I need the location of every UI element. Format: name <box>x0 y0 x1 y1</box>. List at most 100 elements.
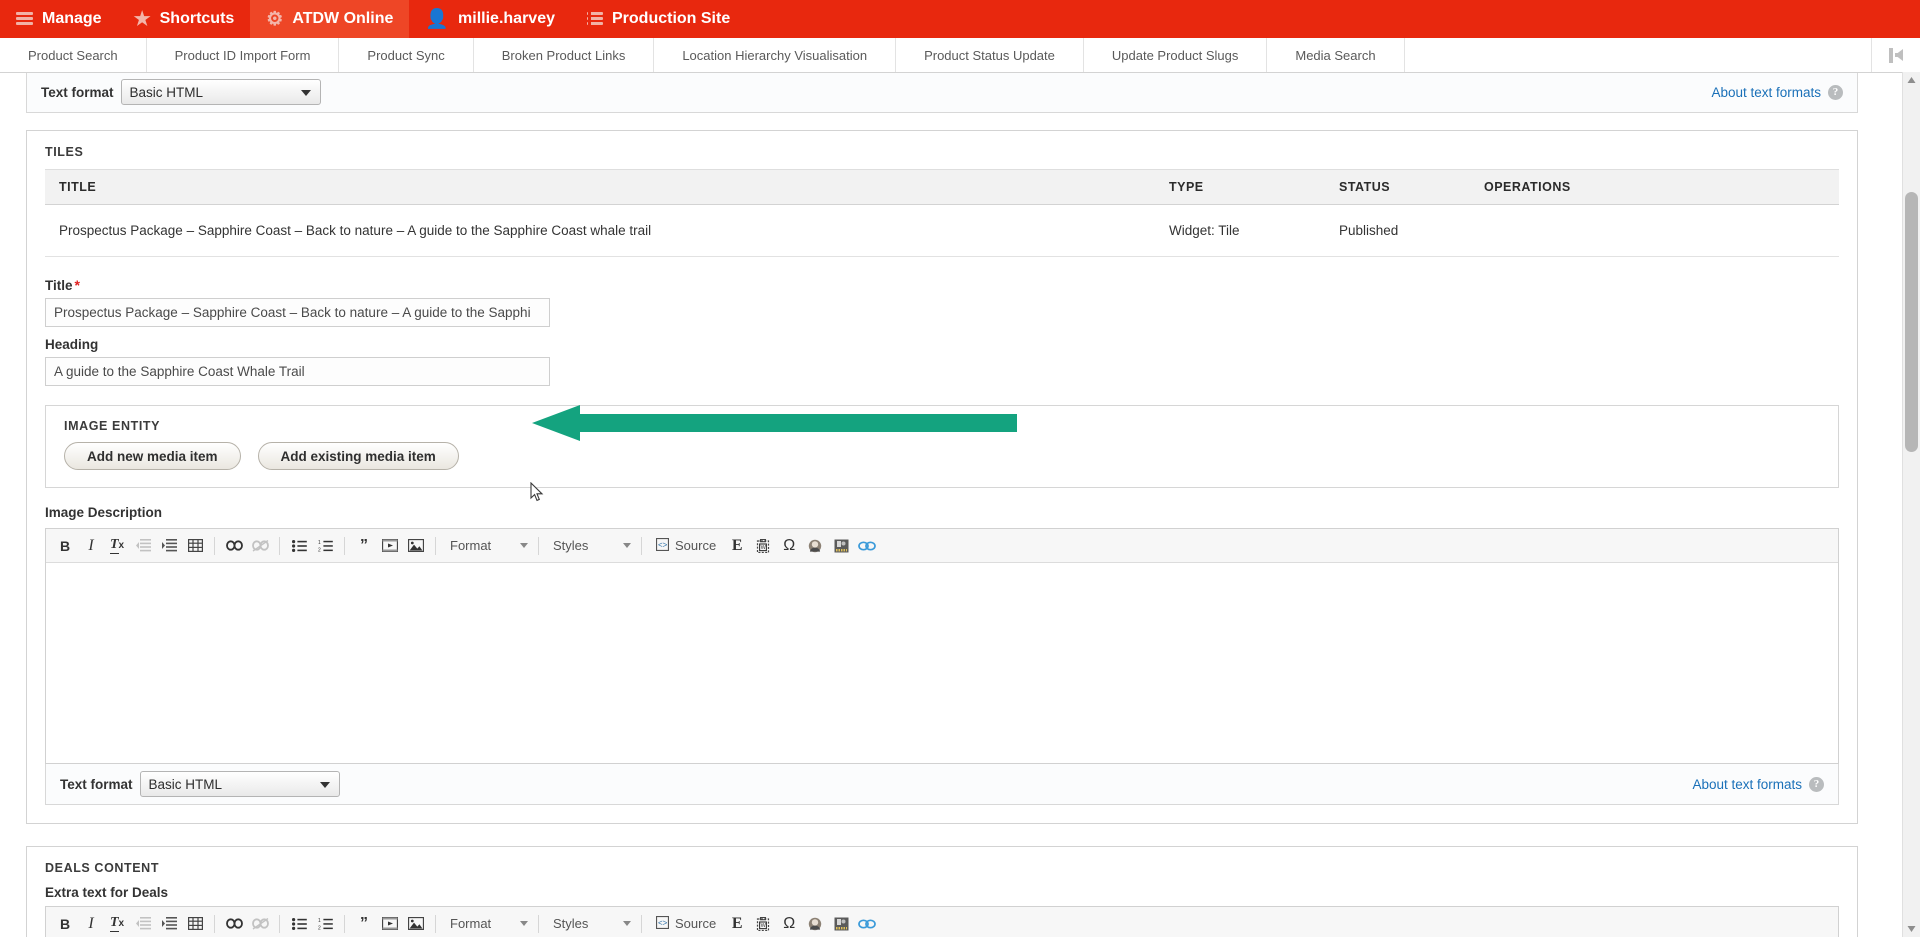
chevron-down-icon <box>520 543 528 548</box>
indent-icon[interactable] <box>156 534 182 558</box>
source-button[interactable]: <> Source <box>648 534 724 558</box>
media-browser-icon[interactable] <box>802 534 828 558</box>
entity-embed-icon[interactable]: E <box>724 534 750 558</box>
source-button-label: Source <box>675 916 717 931</box>
paste-from-word-icon[interactable]: W <box>750 534 776 558</box>
source-button[interactable]: <> Source <box>648 912 724 936</box>
title-input[interactable] <box>45 298 550 327</box>
gear-icon: ⚙ <box>266 8 284 30</box>
shortcut-media-search[interactable]: Media Search <box>1267 38 1405 72</box>
format-dropdown-label: Format <box>450 538 492 553</box>
extra-text-for-deals-label: Extra text for Deals <box>45 885 169 900</box>
toolbar-separator <box>538 914 539 933</box>
toolbar-separator <box>214 914 215 933</box>
special-character-icon[interactable]: Ω <box>776 912 802 936</box>
entity-embed-icon[interactable]: E <box>724 912 750 936</box>
text-format-select[interactable]: Basic HTML <box>120 79 321 105</box>
image-icon[interactable] <box>403 534 429 558</box>
heading-input[interactable] <box>45 357 550 386</box>
format-dropdown[interactable]: Format <box>442 534 532 558</box>
about-text-formats-link[interactable]: About text formats <box>1692 777 1802 792</box>
blockquote-icon[interactable]: ” <box>351 912 377 936</box>
content-wrapper: Text format Basic HTML About text format… <box>0 72 1884 937</box>
media-embed-icon[interactable] <box>828 912 854 936</box>
source-code-icon: <> <box>655 915 670 932</box>
title-field-label: Title * <box>45 277 1839 293</box>
bold-icon[interactable]: B <box>52 912 78 936</box>
toolbar-collapse-button[interactable] <box>1872 38 1920 72</box>
chevron-down-icon <box>520 921 528 926</box>
admin-tab-manage[interactable]: Manage <box>0 0 118 38</box>
numbered-list-icon[interactable]: 1 2 <box>312 912 338 936</box>
shortcut-product-status-update[interactable]: Product Status Update <box>896 38 1084 72</box>
table-row[interactable]: Prospectus Package – Sapphire Coast – Ba… <box>45 204 1839 257</box>
admin-tab-shortcuts[interactable]: ★ Shortcuts <box>118 0 251 38</box>
scrollbar-thumb[interactable] <box>1905 192 1918 452</box>
scroll-down-arrow-icon[interactable] <box>1903 920 1920 937</box>
link-it-icon[interactable] <box>854 912 880 936</box>
table-icon[interactable] <box>182 912 208 936</box>
styles-dropdown[interactable]: Styles <box>545 534 635 558</box>
heading-field-label: Heading <box>45 337 99 352</box>
text-format-label: Text format <box>60 776 133 792</box>
shortcut-product-id-import-form[interactable]: Product ID Import Form <box>147 38 340 72</box>
shortcut-label: Product ID Import Form <box>174 47 311 63</box>
link-icon[interactable] <box>221 912 247 936</box>
italic-icon[interactable]: I <box>78 912 104 936</box>
toolbar-separator <box>279 536 280 555</box>
indent-icon[interactable] <box>156 912 182 936</box>
scroll-up-arrow-icon[interactable] <box>1903 72 1920 89</box>
page-scroll-region[interactable]: Text format Basic HTML About text format… <box>0 72 1920 937</box>
blockquote-icon[interactable]: ” <box>351 534 377 558</box>
special-character-icon[interactable]: Ω <box>776 534 802 558</box>
unlink-icon[interactable] <box>247 534 273 558</box>
shortcut-bar: Product Search Product ID Import Form Pr… <box>0 38 1920 73</box>
shortcut-update-product-slugs[interactable]: Update Product Slugs <box>1084 38 1268 72</box>
help-icon[interactable]: ? <box>1828 84 1843 100</box>
numbered-list-icon[interactable]: 1 2 <box>312 534 338 558</box>
deals-content-fieldset: DEALS CONTENT Extra text for Deals B I T… <box>26 846 1858 937</box>
admin-tab-label-atdw-online: ATDW Online <box>292 10 394 27</box>
add-new-media-item-button[interactable]: Add new media item <box>64 442 241 470</box>
shortcut-product-sync[interactable]: Product Sync <box>339 38 474 72</box>
video-embed-icon[interactable] <box>377 534 403 558</box>
video-embed-icon[interactable] <box>377 912 403 936</box>
star-icon: ★ <box>133 8 151 30</box>
editor-toolbar: B I Tx 1 2 ” Format Styles <> Source E W… <box>46 529 1838 563</box>
admin-tab-atdw-online[interactable]: ⚙ ATDW Online <box>250 0 410 38</box>
outdent-icon[interactable] <box>130 534 156 558</box>
tile-edit-form: Title* Heading IMAGE ENTITY Add new medi… <box>27 257 1857 823</box>
about-text-formats-link[interactable]: About text formats <box>1711 85 1821 100</box>
svg-text:W: W <box>761 923 767 929</box>
shortcut-broken-product-links[interactable]: Broken Product Links <box>474 38 655 72</box>
vertical-scrollbar[interactable] <box>1902 72 1920 937</box>
outdent-icon[interactable] <box>130 912 156 936</box>
media-browser-icon[interactable] <box>802 912 828 936</box>
link-it-icon[interactable] <box>854 534 880 558</box>
bulleted-list-icon[interactable] <box>286 912 312 936</box>
link-icon[interactable] <box>221 534 247 558</box>
help-icon[interactable]: ? <box>1809 776 1824 792</box>
format-dropdown[interactable]: Format <box>442 912 532 936</box>
admin-tab-user[interactable]: 👤 millie.harvey <box>409 0 571 38</box>
image-description-textarea[interactable] <box>46 563 1838 763</box>
remove-format-icon[interactable]: Tx <box>104 912 130 936</box>
image-icon[interactable] <box>403 912 429 936</box>
unlink-icon[interactable] <box>247 912 273 936</box>
shortcut-location-hierarchy-visualisation[interactable]: Location Hierarchy Visualisation <box>654 38 897 72</box>
admin-tab-production-site[interactable]: Production Site <box>571 0 746 38</box>
svg-text:2: 2 <box>318 547 321 552</box>
italic-icon[interactable]: I <box>78 534 104 558</box>
styles-dropdown[interactable]: Styles <box>545 912 635 936</box>
paste-from-word-icon[interactable]: W <box>750 912 776 936</box>
media-embed-icon[interactable] <box>828 534 854 558</box>
cell-type: Widget: Tile <box>1169 204 1339 257</box>
add-existing-media-item-button[interactable]: Add existing media item <box>257 442 459 470</box>
text-format-select[interactable]: Basic HTML <box>139 771 340 797</box>
shortcut-label: Product Status Update <box>924 47 1055 63</box>
bulleted-list-icon[interactable] <box>286 534 312 558</box>
table-icon[interactable] <box>182 534 208 558</box>
bold-icon[interactable]: B <box>52 534 78 558</box>
remove-format-icon[interactable]: Tx <box>104 534 130 558</box>
shortcut-product-search[interactable]: Product Search <box>0 38 147 72</box>
